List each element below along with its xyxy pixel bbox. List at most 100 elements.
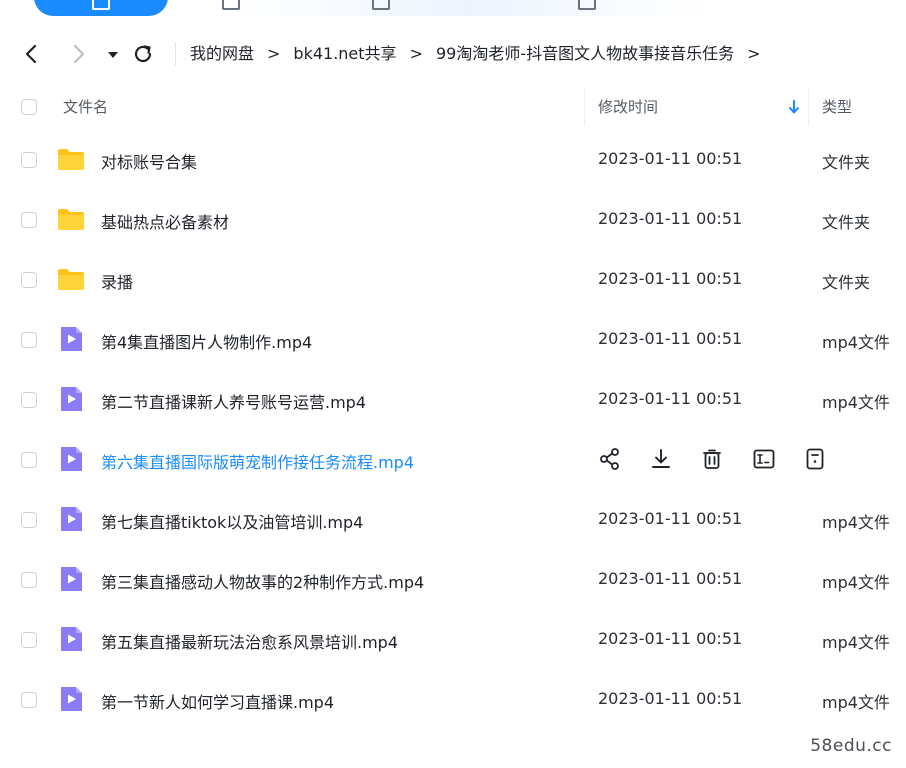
file-modified-time: 2023-01-11 00:51 xyxy=(598,149,743,168)
folder-icon xyxy=(58,209,84,230)
file-name[interactable]: 第4集直播图片人物制作.mp4 xyxy=(101,329,312,353)
file-row[interactable]: 第五集直播最新玩法治愈系风景培训.mp4 2023-01-11 00:51 mp4文… xyxy=(0,610,906,670)
file-type: 文件夹 xyxy=(822,153,871,172)
row-checkbox[interactable] xyxy=(21,512,37,528)
file-name[interactable]: 第七集直播tiktok以及油管培训.mp4 xyxy=(101,509,363,533)
file-modified-time: 2023-01-11 00:51 xyxy=(598,209,743,228)
file-name[interactable]: 录播 xyxy=(101,269,133,293)
file-type-icon xyxy=(56,264,86,294)
column-divider xyxy=(808,88,809,126)
column-header-modified[interactable]: 修改时间 xyxy=(598,96,658,117)
file-name[interactable]: 第五集直播最新玩法治愈系风景培训.mp4 xyxy=(101,629,398,653)
chevron-left-icon xyxy=(25,44,37,64)
row-checkbox[interactable] xyxy=(21,452,37,468)
nav-divider xyxy=(175,42,176,66)
file-row[interactable]: 对标账号合集 2023-01-11 00:51 文件夹 xyxy=(0,130,906,190)
breadcrumb-separator[interactable]: > xyxy=(747,42,760,66)
breadcrumb-item-share[interactable]: bk41.net共享 xyxy=(293,42,396,66)
sort-desc-icon[interactable] xyxy=(787,98,801,116)
file-row[interactable]: 第六集直播国际版萌宠制作接任务流程.mp4 xyxy=(0,430,906,490)
row-checkbox[interactable] xyxy=(21,632,37,648)
file-type-icon xyxy=(56,564,86,594)
file-type: mp4文件 xyxy=(822,513,890,532)
file-modified-time: 2023-01-11 00:51 xyxy=(598,389,743,408)
upload-button[interactable] xyxy=(34,0,168,16)
select-all-checkbox[interactable] xyxy=(21,99,37,115)
toolbar-background xyxy=(230,0,710,16)
file-type: mp4文件 xyxy=(822,693,890,712)
file-row[interactable]: 第二节直播课新人养号账号运营.mp4 2023-01-11 00:51 mp4文件 xyxy=(0,370,906,430)
download-button[interactable] xyxy=(648,446,674,472)
file-row[interactable]: 第一节新人如何学习直播课.mp4 2023-01-11 00:51 mp4文件 xyxy=(0,670,906,730)
breadcrumb-item-current[interactable]: 99淘淘老师-抖音图文人物故事接音乐任务 xyxy=(436,42,734,66)
new-folder-icon[interactable] xyxy=(222,0,240,10)
file-type-icon xyxy=(56,684,86,714)
forward-button[interactable] xyxy=(66,42,90,66)
back-button[interactable] xyxy=(20,42,44,66)
file-list-header: 文件名 修改时间 类型 xyxy=(0,86,906,128)
file-row[interactable]: 第七集直播tiktok以及油管培训.mp4 2023-01-11 00:51 mp4… xyxy=(0,490,906,550)
file-modified-time: 2023-01-11 00:51 xyxy=(598,269,743,288)
file-type: mp4文件 xyxy=(822,393,890,412)
upload-icon xyxy=(92,0,110,10)
row-checkbox[interactable] xyxy=(21,572,37,588)
file-name[interactable]: 对标账号合集 xyxy=(101,149,197,173)
file-name[interactable]: 第一节新人如何学习直播课.mp4 xyxy=(101,689,334,713)
chevron-right-icon xyxy=(73,44,85,64)
transfer-icon[interactable] xyxy=(578,0,596,10)
row-checkbox[interactable] xyxy=(21,332,37,348)
file-row[interactable]: 录播 2023-01-11 00:51 文件夹 xyxy=(0,250,906,310)
file-row[interactable]: 基础热点必备素材 2023-01-11 00:51 文件夹 xyxy=(0,190,906,250)
file-modified-time: 2023-01-11 00:51 xyxy=(598,509,743,528)
caret-down-icon xyxy=(108,52,118,58)
column-header-name[interactable]: 文件名 xyxy=(63,96,108,117)
video-file-icon xyxy=(61,327,82,351)
column-divider xyxy=(584,88,585,126)
row-checkbox[interactable] xyxy=(21,392,37,408)
video-file-icon xyxy=(61,387,82,411)
rename-icon xyxy=(753,449,775,469)
breadcrumb-item-root[interactable]: 我的网盘 xyxy=(190,42,254,66)
file-type-icon xyxy=(56,204,86,234)
top-toolbar xyxy=(0,0,906,18)
file-type-icon xyxy=(56,504,86,534)
file-type-icon xyxy=(56,384,86,414)
file-name[interactable]: 基础热点必备素材 xyxy=(101,209,229,233)
file-modified-time: 2023-01-11 00:51 xyxy=(598,569,743,588)
file-name[interactable]: 第三集直播感动人物故事的2种制作方式.mp4 xyxy=(101,569,424,593)
row-checkbox[interactable] xyxy=(21,692,37,708)
row-checkbox[interactable] xyxy=(21,152,37,168)
file-type-icon xyxy=(56,144,86,174)
breadcrumb-separator: > xyxy=(409,44,423,63)
history-dropdown-button[interactable] xyxy=(104,42,122,66)
file-type-icon xyxy=(56,324,86,354)
file-name[interactable]: 第二节直播课新人养号账号运营.mp4 xyxy=(101,389,366,413)
file-type: 文件夹 xyxy=(822,213,871,232)
video-file-icon xyxy=(61,567,82,591)
delete-icon xyxy=(703,449,721,469)
file-modified-time: 2023-01-11 00:51 xyxy=(598,329,743,348)
video-file-icon xyxy=(61,447,82,471)
more-button[interactable] xyxy=(802,446,828,472)
share-button[interactable] xyxy=(597,446,623,472)
file-row[interactable]: 第4集直播图片人物制作.mp4 2023-01-11 00:51 mp4文件 xyxy=(0,310,906,370)
more-icon xyxy=(806,448,824,470)
navigation-bar: 我的网盘 > bk41.net共享 > 99淘淘老师-抖音图文人物故事接音乐任务… xyxy=(0,34,906,74)
delete-button[interactable] xyxy=(699,446,725,472)
column-header-type[interactable]: 类型 xyxy=(822,96,852,117)
file-row[interactable]: 第三集直播感动人物故事的2种制作方式.mp4 2023-01-11 00:51 mp… xyxy=(0,550,906,610)
file-type-icon xyxy=(56,624,86,654)
file-type: mp4文件 xyxy=(822,333,890,352)
video-file-icon xyxy=(61,507,82,531)
rename-button[interactable] xyxy=(751,446,777,472)
row-checkbox[interactable] xyxy=(21,272,37,288)
download-icon xyxy=(652,449,670,468)
folder-icon xyxy=(58,269,84,290)
file-type-icon xyxy=(56,444,86,474)
file-name[interactable]: 第六集直播国际版萌宠制作接任务流程.mp4 xyxy=(101,449,414,473)
row-checkbox[interactable] xyxy=(21,212,37,228)
offline-download-icon[interactable] xyxy=(372,0,390,10)
refresh-button[interactable] xyxy=(131,42,155,66)
breadcrumb: 我的网盘 > bk41.net共享 > 99淘淘老师-抖音图文人物故事接音乐任务… xyxy=(190,42,774,66)
file-type: 文件夹 xyxy=(822,273,871,292)
